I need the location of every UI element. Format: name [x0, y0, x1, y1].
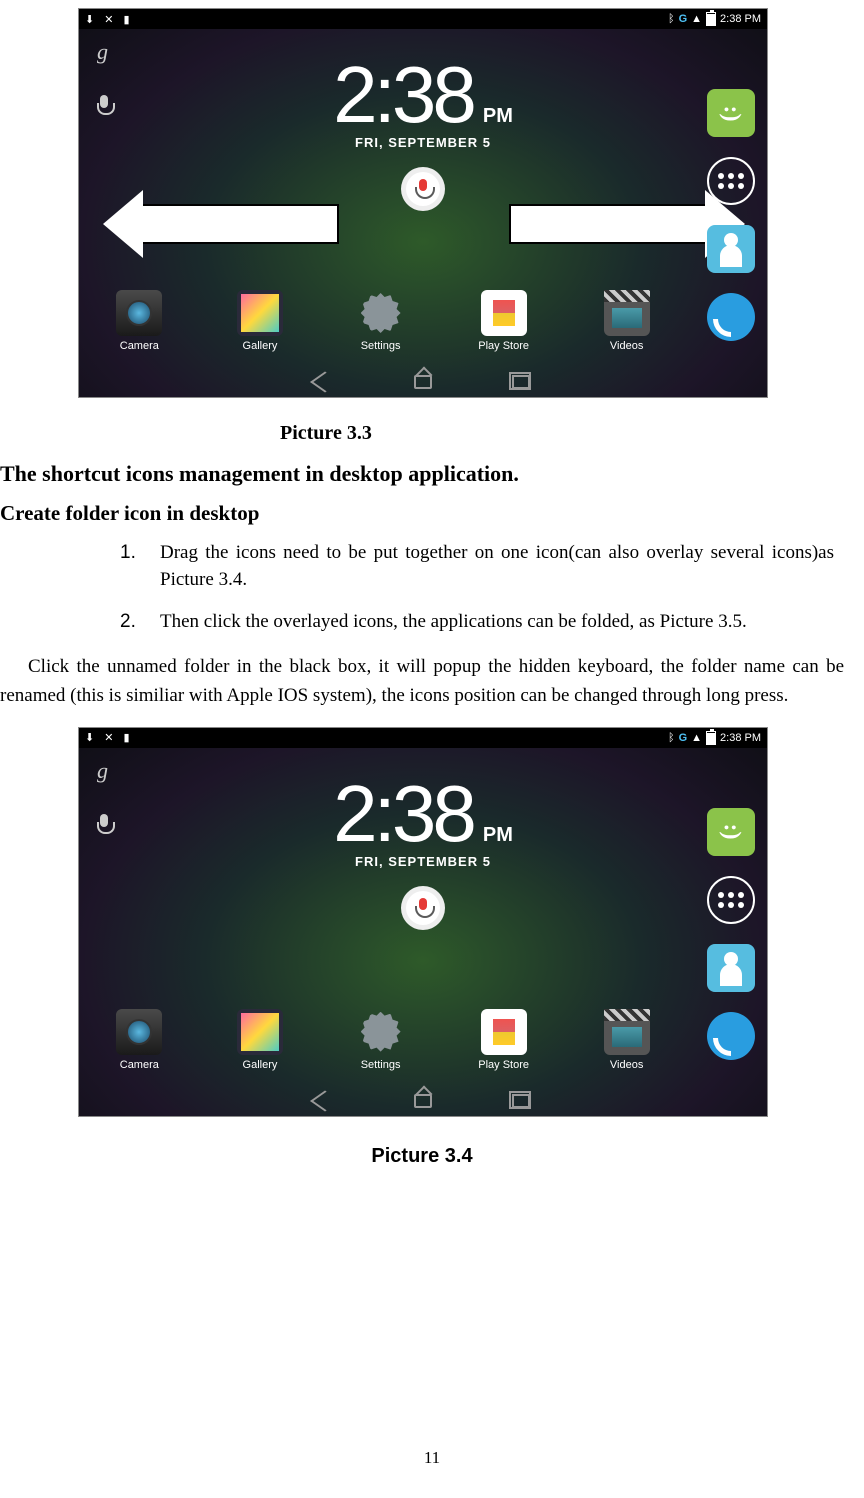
- app-camera[interactable]: Camera: [116, 1009, 162, 1071]
- messaging-icon[interactable]: [707, 89, 755, 137]
- download-icon: ⬇: [85, 13, 94, 26]
- status-time: 2:38 PM: [720, 732, 761, 744]
- clock-time: 2:38: [333, 49, 473, 141]
- clock-widget[interactable]: 2:38 PM FRI, SEPTEMBER 5: [333, 49, 513, 150]
- app-gallery[interactable]: Gallery: [237, 290, 283, 352]
- app-drawer-icon[interactable]: [707, 157, 755, 205]
- swipe-right-arrow: [509, 204, 709, 244]
- app-settings[interactable]: Settings: [358, 1009, 404, 1071]
- google-icon[interactable]: g: [97, 758, 111, 784]
- screenshot-picture-3-4: ⬇ ✕ ▮ ᛒ G ▲ 2:38 PM g 2:38 PM FRI, SEPTE…: [78, 727, 768, 1117]
- voice-launcher-icon[interactable]: [401, 167, 445, 211]
- voice-search-icon[interactable]: [97, 814, 111, 836]
- clock-date: FRI, SEPTEMBER 5: [333, 854, 513, 869]
- list-item: 2.Then click the overlayed icons, the ap…: [120, 609, 834, 636]
- app-camera[interactable]: Camera: [116, 290, 162, 352]
- subheading-create-folder: Create folder icon in desktop: [0, 501, 844, 526]
- heading-shortcut-management: The shortcut icons management in desktop…: [0, 461, 844, 487]
- app-gallery[interactable]: Gallery: [237, 1009, 283, 1071]
- app-playstore[interactable]: Play Store: [478, 1009, 529, 1071]
- phone-icon[interactable]: [707, 1012, 755, 1060]
- instructions-list: 1.Drag the icons need to be put together…: [120, 540, 834, 636]
- voice-search-icon[interactable]: [97, 95, 111, 117]
- download-icon: ⬇: [85, 731, 94, 744]
- network-g-icon: G: [679, 13, 688, 25]
- caption-picture-3-4: Picture 3.4: [0, 1145, 844, 1168]
- app-settings[interactable]: Settings: [358, 290, 404, 352]
- sdcard-icon: ▮: [123, 13, 129, 26]
- google-icon[interactable]: g: [97, 39, 111, 65]
- nav-back-icon[interactable]: [310, 1090, 340, 1111]
- app-videos[interactable]: Videos: [604, 290, 650, 352]
- list-item: 1.Drag the icons need to be put together…: [120, 540, 834, 593]
- nav-recents-icon[interactable]: [512, 1094, 530, 1108]
- screenshot-picture-3-3: ⬇ ✕ ▮ ᛒ G ▲ 2:38 PM g 2:38 PM FRI, SEPTE…: [78, 8, 768, 398]
- status-bar: ⬇ ✕ ▮ ᛒ G ▲ 2:38 PM: [79, 9, 767, 29]
- phone-icon[interactable]: [707, 293, 755, 341]
- system-navbar: [79, 367, 767, 397]
- signal-icon: ▲: [691, 732, 702, 744]
- hotseat: Camera Gallery Settings Play Store Video…: [79, 290, 687, 352]
- contacts-icon[interactable]: [707, 944, 755, 992]
- bluetooth-icon: ᛒ: [668, 13, 675, 25]
- app-drawer-icon[interactable]: [707, 876, 755, 924]
- status-time: 2:38 PM: [720, 13, 761, 25]
- clock-ampm: PM: [483, 105, 513, 128]
- signal-icon: ▲: [691, 13, 702, 25]
- nav-home-icon[interactable]: [414, 375, 432, 389]
- settings-status-icon: ✕: [104, 13, 113, 26]
- voice-launcher-icon[interactable]: [401, 886, 445, 930]
- messaging-icon[interactable]: [707, 808, 755, 856]
- paragraph-folder-rename: Click the unnamed folder in the black bo…: [0, 652, 844, 711]
- battery-icon: [706, 731, 716, 745]
- sdcard-icon: ▮: [123, 731, 129, 744]
- swipe-left-arrow: [139, 204, 339, 244]
- clock-date: FRI, SEPTEMBER 5: [333, 135, 513, 150]
- nav-recents-icon[interactable]: [512, 375, 530, 389]
- hotseat: Camera Gallery Settings Play Store Video…: [79, 1009, 687, 1071]
- nav-home-icon[interactable]: [414, 1094, 432, 1108]
- settings-status-icon: ✕: [104, 731, 113, 744]
- battery-icon: [706, 12, 716, 26]
- system-navbar: [79, 1086, 767, 1116]
- page-number: 11: [424, 1448, 440, 1468]
- app-playstore[interactable]: Play Store: [478, 290, 529, 352]
- status-bar: ⬇ ✕ ▮ ᛒ G ▲ 2:38 PM: [79, 728, 767, 748]
- caption-picture-3-3: Picture 3.3: [280, 422, 844, 445]
- clock-ampm: PM: [483, 824, 513, 847]
- app-videos[interactable]: Videos: [604, 1009, 650, 1071]
- clock-time: 2:38: [333, 768, 473, 860]
- contacts-icon[interactable]: [707, 225, 755, 273]
- bluetooth-icon: ᛒ: [668, 732, 675, 744]
- nav-back-icon[interactable]: [310, 372, 340, 393]
- clock-widget[interactable]: 2:38 PM FRI, SEPTEMBER 5: [333, 768, 513, 869]
- network-g-icon: G: [679, 732, 688, 744]
